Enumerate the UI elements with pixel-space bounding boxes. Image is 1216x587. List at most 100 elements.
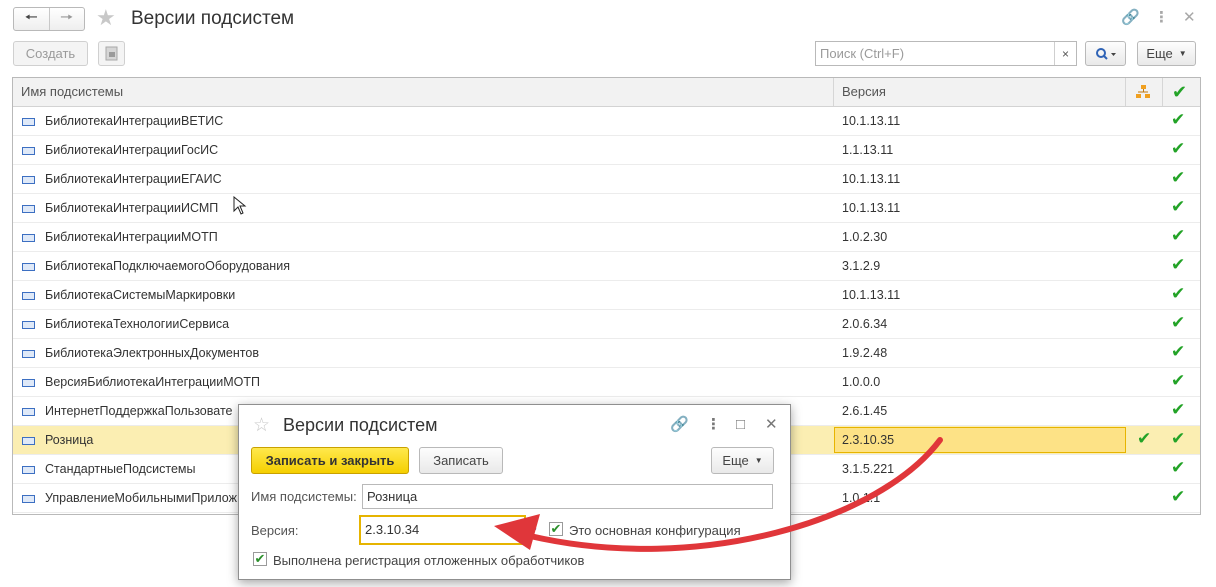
row-name: Розница <box>45 433 94 447</box>
close-icon[interactable]: ✕ <box>1183 8 1196 28</box>
subsystem-icon <box>22 495 35 503</box>
save-and-close-button[interactable]: Записать и закрыть <box>251 447 409 474</box>
column-header-hierarchy[interactable] <box>1126 78 1162 106</box>
table-row[interactable]: БиблиотекаИнтеграцииГосИС 1.1.13.11 ✔ <box>13 136 1200 165</box>
more-button[interactable]: Еще ▼ <box>711 447 774 474</box>
main-config-checkbox[interactable]: ✔ <box>549 522 563 536</box>
check-icon: ✔ <box>1171 255 1186 274</box>
check-icon: ✔ <box>1171 197 1186 216</box>
row-version: 2.6.1.45 <box>842 404 888 418</box>
column-header-name[interactable]: Имя подсистемы <box>13 78 833 106</box>
hierarchy-icon <box>1136 85 1150 98</box>
row-version: 2.3.10.35 <box>842 433 895 447</box>
row-version: 10.1.13.11 <box>842 288 901 302</box>
subsystem-icon <box>22 466 35 474</box>
chevron-down-icon: ▼ <box>754 456 763 465</box>
table-row[interactable]: БиблиотекаИнтеграцииВЕТИС 10.1.13.11 ✔ <box>13 107 1200 136</box>
check-icon: ✔ <box>1171 429 1186 448</box>
table-row[interactable]: БиблиотекаПодключаемогоОборудования 3.1.… <box>13 252 1200 281</box>
mouse-cursor-icon <box>233 196 247 215</box>
subsystem-icon <box>22 321 35 329</box>
row-name: БиблиотекаИнтеграцииГосИС <box>45 143 219 157</box>
dialog-title: Версии подсистем <box>283 415 438 435</box>
title-bar: 🠔 🠖 ★ Версии подсистем 🔗 ⋮ ✕ <box>0 0 1216 38</box>
row-name: СтандартныеПодсистемы <box>45 462 196 476</box>
row-version: 3.1.5.221 <box>842 462 895 476</box>
check-icon: ✔ <box>1171 371 1186 390</box>
help-mark[interactable]: ? <box>529 523 537 538</box>
save-button[interactable]: Записать <box>419 447 503 474</box>
row-version: 10.1.13.11 <box>842 172 901 186</box>
row-name: ВерсияБиблиотекаИнтеграцииМОТП <box>45 375 260 389</box>
back-arrow-icon[interactable]: 🠔 <box>14 8 49 30</box>
row-name: БиблиотекаТехнологииСервиса <box>45 317 230 331</box>
table-row[interactable]: БиблиотекаЭлектронныхДокументов 1.9.2.48… <box>13 339 1200 368</box>
link-icon[interactable]: 🔗 <box>670 415 689 435</box>
subsystem-icon <box>22 205 35 213</box>
table-row[interactable]: БиблиотекаСистемыМаркировки 10.1.13.11 ✔ <box>13 281 1200 310</box>
check-icon: ✔ <box>1171 168 1186 187</box>
favorite-star-icon[interactable]: ★ <box>96 5 116 31</box>
table-row[interactable]: БиблиотекаТехнологииСервиса 2.0.6.34 ✔ <box>13 310 1200 339</box>
version-field[interactable]: 2.3.10.34 <box>359 515 526 545</box>
table-row[interactable]: БиблиотекаИнтеграцииМОТП 1.0.2.30 ✔ <box>13 223 1200 252</box>
search-button[interactable] <box>1085 41 1126 66</box>
column-header-version[interactable]: Версия <box>834 78 1125 106</box>
deferred-handlers-label: Выполнена регистрация отложенных обработ… <box>273 553 585 568</box>
row-name: БиблиотекаЭлектронныхДокументов <box>45 346 259 360</box>
table-row[interactable]: БиблиотекаИнтеграцииЕГАИС 10.1.13.11 ✔ <box>13 165 1200 194</box>
row-version: 3.1.2.9 <box>842 259 881 273</box>
check-icon: ✔ <box>1171 110 1186 129</box>
check-icon: ✔ <box>1171 400 1186 419</box>
maximize-icon[interactable]: □ <box>736 415 745 435</box>
close-icon[interactable]: ✕ <box>765 415 778 435</box>
row-name: БиблиотекаИнтеграцииИСМП <box>45 201 219 215</box>
more-vertical-icon[interactable]: ⋮ <box>706 415 721 435</box>
page-title: Версии подсистем <box>131 8 295 29</box>
check-icon: ✔ <box>1171 342 1186 361</box>
subsystem-icon <box>22 147 35 155</box>
search-placeholder: Поиск (Ctrl+F) <box>820 46 905 61</box>
check-icon: ✔ <box>1171 139 1186 158</box>
row-version: 10.1.13.11 <box>842 201 901 215</box>
row-version: 1.0.0.0 <box>842 375 881 389</box>
row-version: 2.0.6.34 <box>842 317 888 331</box>
subsystem-icon <box>22 350 35 358</box>
table-row[interactable]: БиблиотекаИнтеграцииИСМП 10.1.13.11 ✔ <box>13 194 1200 223</box>
table-row[interactable]: ВерсияБиблиотекаИнтеграцииМОТП 1.0.0.0 ✔ <box>13 368 1200 397</box>
check-icon: ✔ <box>1171 313 1186 332</box>
check-icon: ✔ <box>1171 458 1186 477</box>
nav-buttons: 🠔 🠖 <box>13 7 85 31</box>
column-header-check-icon[interactable]: ✔ <box>1163 78 1202 106</box>
row-version: 1.1.13.11 <box>842 143 894 157</box>
search-clear-button[interactable]: × <box>1054 42 1076 65</box>
more-button[interactable]: Еще ▼ <box>1137 41 1196 66</box>
version-label: Версия: <box>251 523 299 538</box>
subsystem-icon <box>22 263 35 271</box>
edit-dialog: ☆ Версии подсистем 🔗 ⋮ □ ✕ Записать и за… <box>238 404 791 580</box>
subsystem-icon <box>22 437 35 445</box>
subsystem-name-label: Имя подсистемы: <box>251 489 357 504</box>
deferred-handlers-checkbox[interactable]: ✔ <box>253 552 267 566</box>
table-header: Имя подсистемы Версия ✔ <box>13 78 1200 107</box>
check-icon: ✔ <box>1171 226 1186 245</box>
row-name: БиблиотекаИнтеграцииЕГАИС <box>45 172 222 186</box>
create-button[interactable]: Создать <box>13 41 88 66</box>
row-name: БиблиотекаИнтеграцииВЕТИС <box>45 114 224 128</box>
search-field[interactable]: Поиск (Ctrl+F) × <box>815 41 1077 66</box>
copy-button[interactable] <box>98 41 125 66</box>
subsystem-icon <box>22 234 35 242</box>
favorite-star-icon[interactable]: ☆ <box>253 414 270 437</box>
link-icon[interactable]: 🔗 <box>1121 8 1140 28</box>
subsystem-name-field[interactable]: Розница <box>362 484 773 509</box>
forward-arrow-icon[interactable]: 🠖 <box>48 8 85 30</box>
subsystem-icon <box>22 408 35 416</box>
more-label: Еще <box>722 453 749 468</box>
check-icon: ✔ <box>1171 284 1186 303</box>
more-vertical-icon[interactable]: ⋮ <box>1154 8 1169 28</box>
row-name: БиблиотекаПодключаемогоОборудования <box>45 259 290 273</box>
row-name: ИнтернетПоддержкаПользовате <box>45 404 233 418</box>
row-name: БиблиотекаИнтеграцииМОТП <box>45 230 218 244</box>
row-version: 1.0.1.1 <box>842 491 881 505</box>
document-icon <box>105 46 118 61</box>
